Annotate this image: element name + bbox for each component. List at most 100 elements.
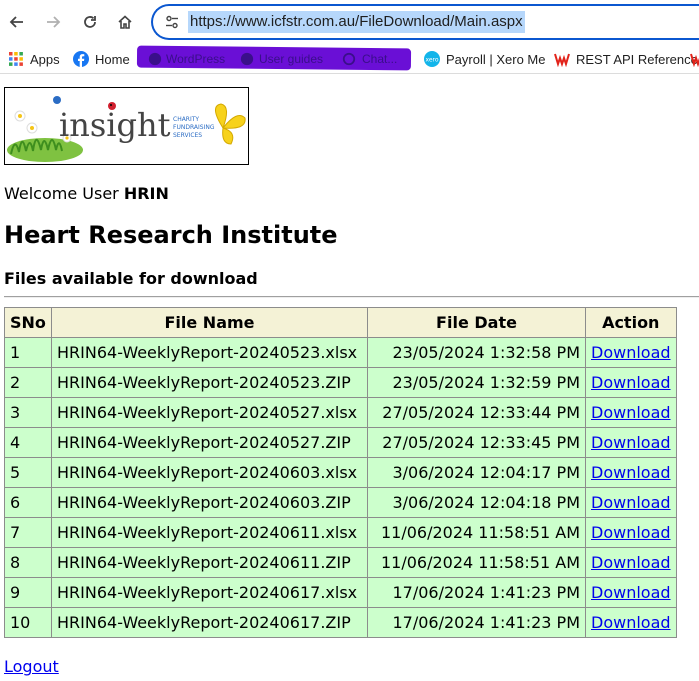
download-link[interactable]: Download [591,493,671,512]
row-sno: 8 [4,547,52,578]
row-file-date: 17/06/2024 1:41:23 PM [367,577,586,608]
download-link[interactable]: Download [591,403,671,422]
svg-text:insight: insight [59,106,171,144]
row-file-name: HRIN64-WeeklyReport-20240603.ZIP [51,487,368,518]
row-file-date: 3/06/2024 12:04:18 PM [367,487,586,518]
facebook-icon [73,51,89,67]
bookmark-label-redacted[interactable]: User guides [259,52,323,66]
download-link[interactable]: Download [591,463,671,482]
browser-toolbar: https://www.icfstr.com.au/FileDownload/M… [0,0,699,44]
row-action-cell: Download [585,487,677,518]
welcome-prefix: Welcome User [4,184,119,203]
row-sno: 6 [4,487,52,518]
insight-logo-image: insight CHARITY FUNDRAISING SERVICES [7,96,246,162]
logout-link[interactable]: Logout [4,657,59,676]
address-bar[interactable]: https://www.icfstr.com.au/FileDownload/M… [151,4,699,40]
row-action-cell: Download [585,457,677,488]
row-sno: 3 [4,397,52,428]
url-text[interactable]: https://www.icfstr.com.au/FileDownload/M… [188,11,525,33]
globe-icon [148,52,162,69]
globe-icon [240,52,254,69]
table-row: 3 HRIN64-WeeklyReport-20240527.xlsx 27/0… [4,397,677,428]
row-sno: 10 [4,607,52,638]
row-action-cell: Download [585,547,677,578]
row-sno: 2 [4,367,52,398]
back-arrow-icon[interactable] [4,9,30,35]
row-file-date: 23/05/2024 1:32:58 PM [367,337,586,368]
table-row: 1 HRIN64-WeeklyReport-20240523.xlsx 23/0… [4,337,677,368]
row-action-cell: Download [585,517,677,548]
bookmark-label: Apps [30,51,60,67]
row-file-date: 17/06/2024 1:41:23 PM [367,607,586,638]
bookmark-xero[interactable]: xero Payroll | Xero Me [424,50,545,68]
table-header-row: SNo File Name File Date Action [4,307,677,338]
row-sno: 1 [4,337,52,368]
forward-arrow-icon[interactable] [40,9,66,35]
table-row: 9 HRIN64-WeeklyReport-20240617.xlsx 17/0… [4,577,677,608]
table-row: 8 HRIN64-WeeklyReport-20240611.ZIP 11/06… [4,547,677,578]
welcome-message: Welcome User HRIN [4,184,169,203]
row-action-cell: Download [585,337,677,368]
divider [4,296,699,298]
svg-text:CHARITY: CHARITY [173,116,199,123]
table-row: 5 HRIN64-WeeklyReport-20240603.xlsx 3/06… [4,457,677,488]
files-table: SNo File Name File Date Action 1 HRIN64-… [4,307,677,638]
row-file-date: 3/06/2024 12:04:17 PM [367,457,586,488]
row-file-date: 27/05/2024 12:33:45 PM [367,427,586,458]
table-row: 7 HRIN64-WeeklyReport-20240611.xlsx 11/0… [4,517,677,548]
download-link[interactable]: Download [591,433,671,452]
download-link[interactable]: Download [591,583,671,602]
site-info-icon[interactable] [164,14,180,30]
download-link[interactable]: Download [591,523,671,542]
table-row: 6 HRIN64-WeeklyReport-20240603.ZIP 3/06/… [4,487,677,518]
user-name: HRIN [123,184,169,203]
row-file-name: HRIN64-WeeklyReport-20240617.xlsx [51,577,368,608]
bookmark-label-redacted[interactable]: Chat... [362,52,397,66]
bookmark-overflow[interactable] [690,50,699,68]
table-row: 4 HRIN64-WeeklyReport-20240527.ZIP 27/05… [4,427,677,458]
row-file-name: HRIN64-WeeklyReport-20240523.xlsx [51,337,368,368]
download-link[interactable]: Download [591,373,671,392]
w-brand-icon [690,51,699,68]
download-link[interactable]: Download [591,613,671,632]
row-action-cell: Download [585,577,677,608]
row-file-name: HRIN64-WeeklyReport-20240527.xlsx [51,397,368,428]
bookmark-apps[interactable]: Apps [8,50,60,68]
home-icon[interactable] [112,9,138,35]
row-file-name: HRIN64-WeeklyReport-20240523.ZIP [51,367,368,398]
logout-container: Logout [4,657,59,676]
svg-text:FUNDRAISING: FUNDRAISING [173,124,215,131]
svg-text:xero: xero [425,57,438,64]
column-header-action: Action [585,307,677,338]
table-row: 2 HRIN64-WeeklyReport-20240523.ZIP 23/05… [4,367,677,398]
row-sno: 5 [4,457,52,488]
chat-icon [342,52,356,69]
bookmark-rest-api[interactable]: REST API Reference [554,50,698,68]
bookmark-home[interactable]: Home [73,50,130,68]
site-logo: insight CHARITY FUNDRAISING SERVICES [4,87,249,165]
row-file-date: 27/05/2024 12:33:44 PM [367,397,586,428]
row-file-name: HRIN64-WeeklyReport-20240603.xlsx [51,457,368,488]
row-file-name: HRIN64-WeeklyReport-20240611.ZIP [51,547,368,578]
bookmark-label: Payroll | Xero Me [446,51,546,67]
row-file-name: HRIN64-WeeklyReport-20240527.ZIP [51,427,368,458]
row-sno: 4 [4,427,52,458]
row-action-cell: Download [585,427,677,458]
xero-icon: xero [424,51,440,67]
w-brand-icon [554,51,570,68]
row-sno: 9 [4,577,52,608]
bookmark-label-redacted[interactable]: WordPress [166,52,225,66]
row-action-cell: Download [585,397,677,428]
row-sno: 7 [4,517,52,548]
row-file-date: 11/06/2024 11:58:51 AM [367,517,586,548]
table-row: 10 HRIN64-WeeklyReport-20240617.ZIP 17/0… [4,607,677,638]
column-header-file-name: File Name [51,307,368,338]
download-link[interactable]: Download [591,553,671,572]
bookmark-label: Home [95,51,130,67]
reload-icon[interactable] [77,9,103,35]
download-link[interactable]: Download [591,343,671,362]
row-file-date: 23/05/2024 1:32:59 PM [367,367,586,398]
row-file-name: HRIN64-WeeklyReport-20240611.xlsx [51,517,368,548]
row-file-date: 11/06/2024 11:58:51 AM [367,547,586,578]
apps-grid-icon [8,51,24,67]
